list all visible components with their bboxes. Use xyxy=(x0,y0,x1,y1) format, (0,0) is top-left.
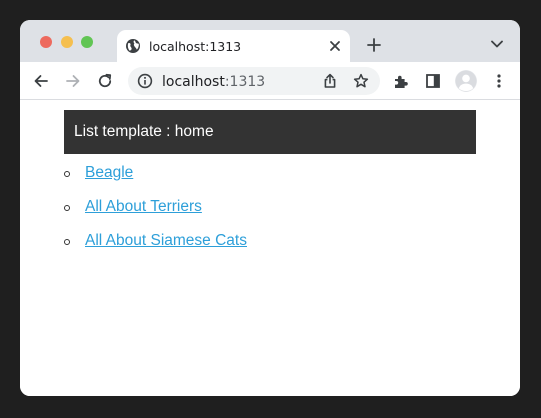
share-icon[interactable] xyxy=(322,73,338,89)
more-menu-icon[interactable] xyxy=(491,73,507,89)
window-maximize-button[interactable] xyxy=(81,36,93,48)
tab-bar: localhost:1313 xyxy=(20,20,520,62)
new-tab-icon[interactable] xyxy=(367,38,381,52)
side-panel-icon[interactable] xyxy=(425,73,441,89)
forward-icon[interactable] xyxy=(65,73,81,89)
profile-avatar[interactable] xyxy=(455,70,477,92)
window-close-button[interactable] xyxy=(40,36,52,48)
page-title: List template : home xyxy=(74,123,214,140)
close-tab-icon[interactable] xyxy=(328,39,342,53)
link-beagle[interactable]: Beagle xyxy=(85,164,133,182)
browser-window: localhost:1313 localhost:1313 List templ… xyxy=(20,20,520,396)
link-all-about-terriers[interactable]: All About Terriers xyxy=(85,198,202,216)
tab-search-chevron-icon[interactable] xyxy=(491,40,503,48)
url-port: :1313 xyxy=(224,74,266,90)
reload-icon[interactable] xyxy=(97,73,113,89)
extensions-icon[interactable] xyxy=(393,73,409,89)
back-icon[interactable] xyxy=(33,73,49,89)
list-bullet xyxy=(64,205,70,211)
tab-title: localhost:1313 xyxy=(149,39,242,54)
site-info-icon[interactable] xyxy=(137,73,153,89)
browser-toolbar: localhost:1313 xyxy=(20,62,520,100)
link-all-about-siamese-cats[interactable]: All About Siamese Cats xyxy=(85,232,247,250)
bookmark-star-icon[interactable] xyxy=(353,73,369,89)
page-content: List template : home Beagle All About Te… xyxy=(20,101,520,396)
list-bullet xyxy=(64,171,70,177)
active-tab[interactable]: localhost:1313 xyxy=(117,30,350,62)
list-bullet xyxy=(64,239,70,245)
address-bar[interactable]: localhost:1313 xyxy=(128,67,380,95)
person-icon xyxy=(455,70,477,92)
globe-icon xyxy=(126,39,140,53)
window-minimize-button[interactable] xyxy=(61,36,73,48)
page-header: List template : home xyxy=(64,110,476,154)
url-host: localhost xyxy=(162,74,225,90)
url-text[interactable]: localhost:1313 xyxy=(162,74,265,90)
